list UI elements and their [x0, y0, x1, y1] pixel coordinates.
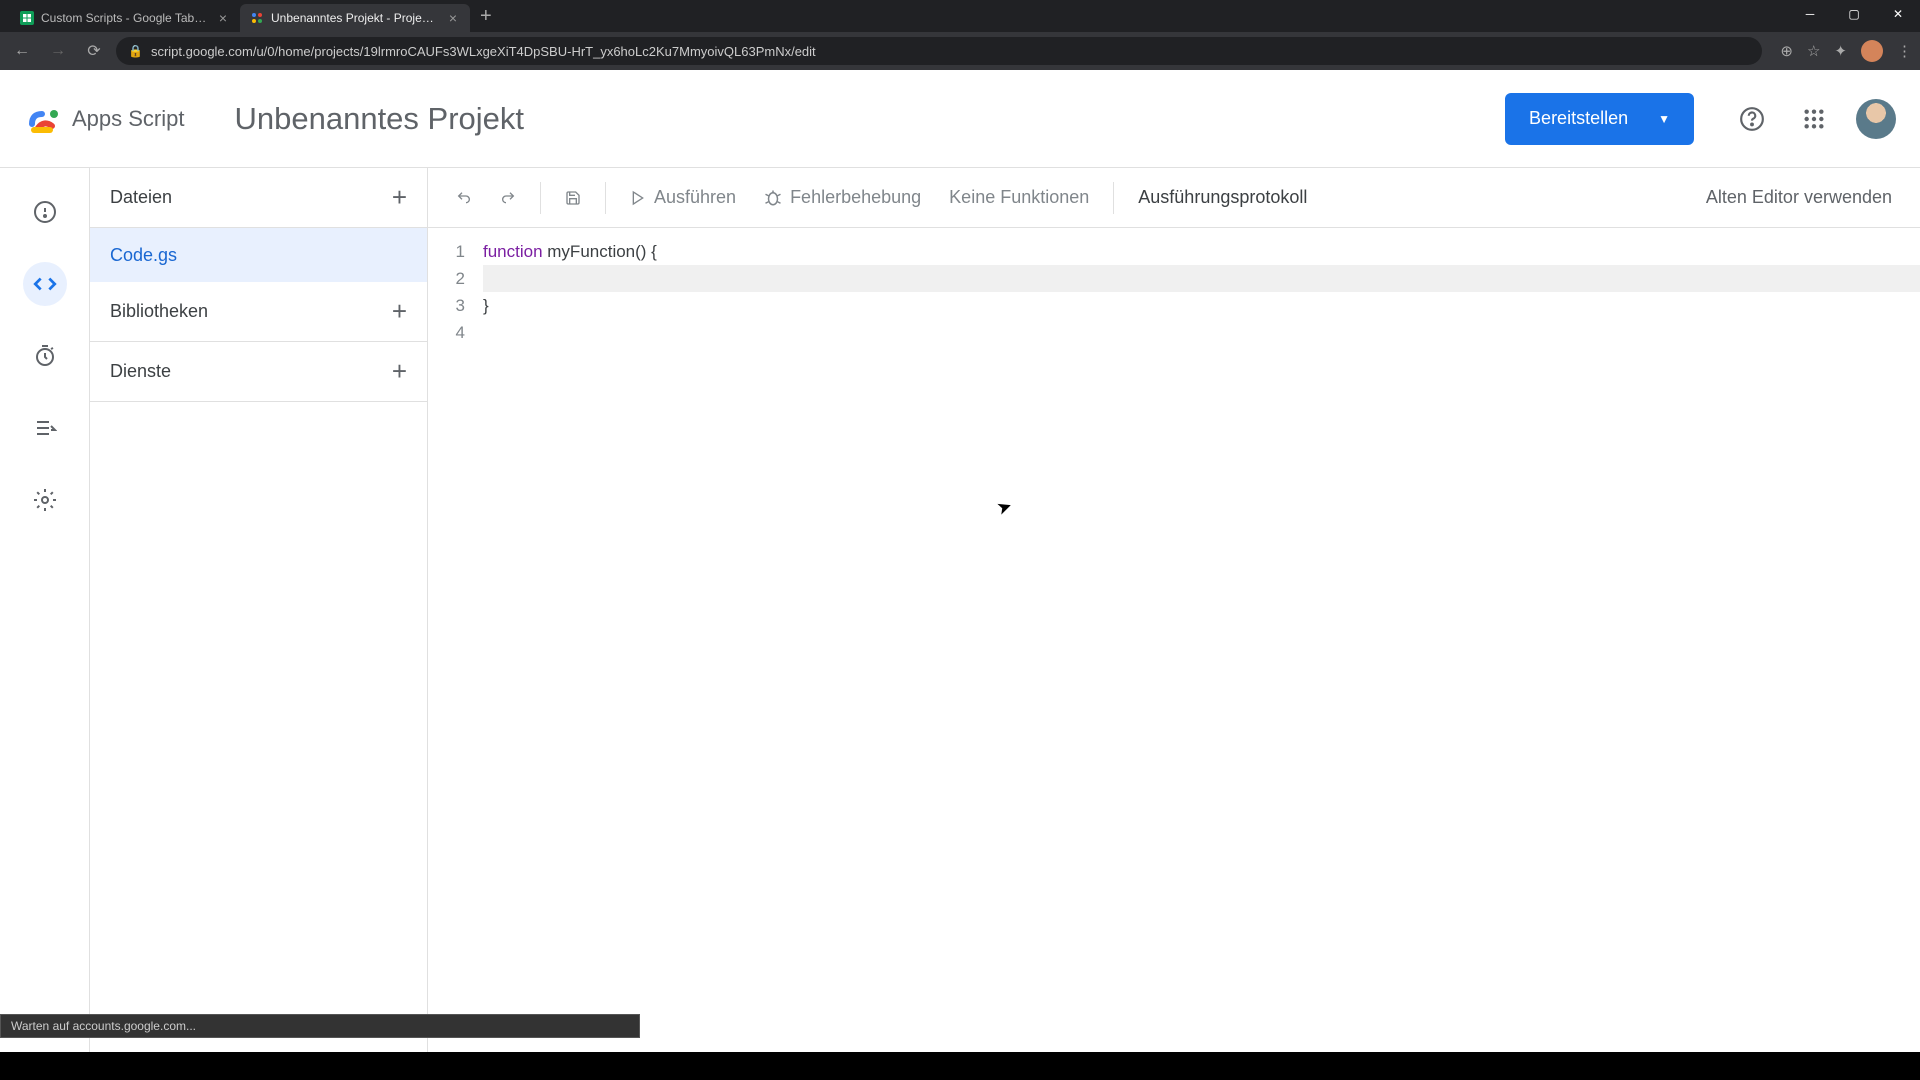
back-button[interactable]: ←: [8, 37, 36, 65]
add-library-button[interactable]: +: [392, 296, 407, 327]
close-icon[interactable]: ×: [446, 10, 460, 26]
reload-button[interactable]: ⟳: [80, 37, 108, 65]
rail-editor-button[interactable]: [23, 262, 67, 306]
apps-script-icon: [250, 11, 264, 25]
line-number: 2: [428, 265, 465, 292]
libraries-label: Bibliotheken: [110, 301, 208, 322]
run-button[interactable]: Ausführen: [618, 179, 748, 216]
files-label: Dateien: [110, 187, 172, 208]
services-label: Dienste: [110, 361, 171, 382]
address-bar[interactable]: 🔒 script.google.com/u/0/home/projects/19…: [116, 37, 1762, 65]
nav-bar: ← → ⟳ 🔒 script.google.com/u/0/home/proje…: [0, 32, 1920, 70]
line-gutter: 1 2 3 4: [428, 238, 483, 1052]
code-line-3: }: [483, 292, 1920, 319]
minimize-button[interactable]: ─: [1788, 0, 1832, 28]
function-selector-label: Keine Funktionen: [949, 187, 1089, 208]
code-line-2: [483, 265, 1920, 292]
zoom-icon[interactable]: ⊕: [1780, 42, 1793, 60]
sheets-icon: [20, 11, 34, 25]
add-file-button[interactable]: +: [392, 182, 407, 213]
add-service-button[interactable]: +: [392, 356, 407, 387]
apps-script-app: Apps Script Unbenanntes Projekt Bereitst…: [0, 70, 1920, 1052]
project-title[interactable]: Unbenanntes Projekt: [235, 101, 525, 137]
rail-settings-button[interactable]: [23, 478, 67, 522]
file-item-code-gs[interactable]: Code.gs: [90, 228, 427, 282]
code-editor[interactable]: 1 2 3 4 function myFunction() { }: [428, 228, 1920, 1052]
forward-button[interactable]: →: [44, 37, 72, 65]
apps-script-title: Apps Script: [72, 106, 185, 132]
toolbar-divider: [605, 182, 606, 214]
line-number: 1: [428, 238, 465, 265]
sidebar: Dateien + Code.gs Bibliotheken + Dienste…: [90, 168, 428, 1052]
code-line-1: function myFunction() {: [483, 238, 1920, 265]
editor-area: Ausführen Fehlerbehebung Keine Funktione…: [428, 168, 1920, 1052]
status-bar: Warten auf accounts.google.com...: [0, 1014, 640, 1038]
app-header: Apps Script Unbenanntes Projekt Bereitst…: [0, 70, 1920, 168]
tab-title-0: Custom Scripts - Google Tabellen: [41, 11, 209, 25]
new-tab-button[interactable]: +: [470, 5, 502, 28]
run-label: Ausführen: [654, 187, 736, 208]
window-controls: ─ ▢ ✕: [1788, 0, 1920, 28]
browser-chrome: Custom Scripts - Google Tabellen × Unben…: [0, 0, 1920, 70]
deploy-label: Bereitstellen: [1529, 108, 1628, 129]
save-button[interactable]: [553, 180, 593, 216]
extensions-icon[interactable]: ✦: [1834, 42, 1847, 60]
execution-log-label: Ausführungsprotokoll: [1138, 187, 1307, 208]
debug-label: Fehlerbehebung: [790, 187, 921, 208]
function-selector[interactable]: Keine Funktionen: [937, 179, 1101, 216]
rail-executions-button[interactable]: [23, 406, 67, 450]
profile-icon[interactable]: [1861, 40, 1883, 62]
tab-bar: Custom Scripts - Google Tabellen × Unben…: [0, 0, 1920, 32]
star-icon[interactable]: ☆: [1807, 42, 1820, 60]
code-content[interactable]: function myFunction() { }: [483, 238, 1920, 1052]
legacy-editor-link[interactable]: Alten Editor verwenden: [1706, 187, 1904, 208]
libraries-section-header: Bibliotheken +: [90, 282, 427, 342]
lock-icon: 🔒: [128, 44, 143, 58]
files-section-header: Dateien +: [90, 168, 427, 228]
url-text: script.google.com/u/0/home/projects/19lr…: [151, 44, 816, 59]
services-section-header: Dienste +: [90, 342, 427, 402]
toolbar-divider: [540, 182, 541, 214]
toolbar-divider: [1113, 182, 1114, 214]
left-rail: [0, 168, 90, 1052]
close-window-button[interactable]: ✕: [1876, 0, 1920, 28]
undo-button[interactable]: [444, 180, 484, 216]
redo-button[interactable]: [488, 180, 528, 216]
apps-script-logo-icon: [24, 100, 62, 138]
chevron-down-icon: ▼: [1658, 112, 1670, 126]
help-button[interactable]: [1732, 99, 1772, 139]
debug-button[interactable]: Fehlerbehebung: [752, 179, 933, 216]
menu-icon[interactable]: ⋮: [1897, 42, 1912, 60]
editor-toolbar: Ausführen Fehlerbehebung Keine Funktione…: [428, 168, 1920, 228]
line-number: 3: [428, 292, 465, 319]
apps-script-logo[interactable]: Apps Script: [24, 100, 185, 138]
deploy-button[interactable]: Bereitstellen ▼: [1505, 93, 1694, 145]
maximize-button[interactable]: ▢: [1832, 0, 1876, 28]
apps-grid-button[interactable]: [1794, 99, 1834, 139]
execution-log-button[interactable]: Ausführungsprotokoll: [1126, 179, 1319, 216]
account-avatar[interactable]: [1856, 99, 1896, 139]
tab-title-1: Unbenanntes Projekt - Projekt-E: [271, 11, 439, 25]
browser-tab-1[interactable]: Unbenanntes Projekt - Projekt-E ×: [240, 4, 470, 32]
rail-triggers-button[interactable]: [23, 334, 67, 378]
rail-overview-button[interactable]: [23, 190, 67, 234]
browser-tab-0[interactable]: Custom Scripts - Google Tabellen ×: [10, 4, 240, 32]
close-icon[interactable]: ×: [216, 10, 230, 26]
line-number: 4: [428, 319, 465, 346]
